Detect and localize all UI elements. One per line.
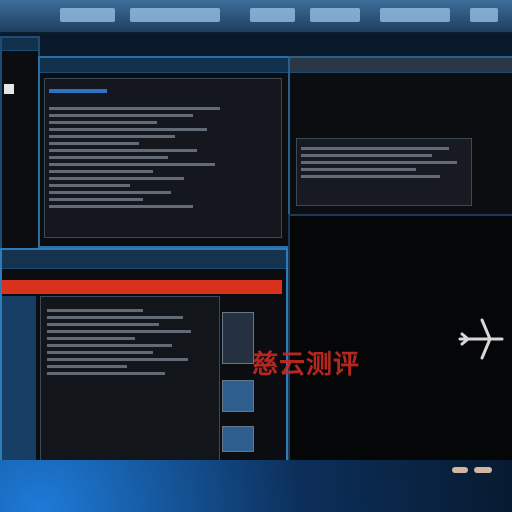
thumbnail-icon[interactable] xyxy=(222,312,254,364)
editor-window[interactable] xyxy=(38,56,290,248)
top-bar-item[interactable] xyxy=(380,8,450,22)
top-bar-item[interactable] xyxy=(470,8,498,22)
side-navigation[interactable] xyxy=(2,296,36,466)
top-bar xyxy=(0,0,512,33)
thumbnail-icon[interactable] xyxy=(222,426,254,452)
browser-window-titlebar[interactable] xyxy=(2,250,286,269)
tray-icon[interactable] xyxy=(474,467,492,473)
left-side-window-titlebar[interactable] xyxy=(2,38,38,51)
thumbnail-icon[interactable] xyxy=(222,380,254,412)
top-bar-item[interactable] xyxy=(60,8,115,22)
editor-window-titlebar[interactable] xyxy=(40,58,288,73)
window-icon xyxy=(4,84,14,94)
browser-window[interactable] xyxy=(0,248,288,474)
browser-content-panel xyxy=(40,296,220,468)
editor-content-panel xyxy=(44,78,282,238)
left-side-window[interactable] xyxy=(0,36,40,250)
tray-icon[interactable] xyxy=(452,467,468,473)
taskbar[interactable] xyxy=(0,460,512,512)
airplane-icon xyxy=(458,318,504,360)
text-lines xyxy=(49,103,229,212)
details-content-panel xyxy=(296,138,472,206)
details-window[interactable] xyxy=(288,56,512,216)
details-window-titlebar[interactable] xyxy=(290,58,512,73)
top-bar-item[interactable] xyxy=(250,8,295,22)
top-bar-item[interactable] xyxy=(310,8,360,22)
watermark-text: 慈云测评 xyxy=(252,350,361,380)
browser-text-lines xyxy=(47,305,207,379)
top-bar-item[interactable] xyxy=(130,8,220,22)
details-text-lines xyxy=(301,143,465,182)
selection-highlight xyxy=(49,89,107,93)
alert-banner xyxy=(2,280,282,294)
